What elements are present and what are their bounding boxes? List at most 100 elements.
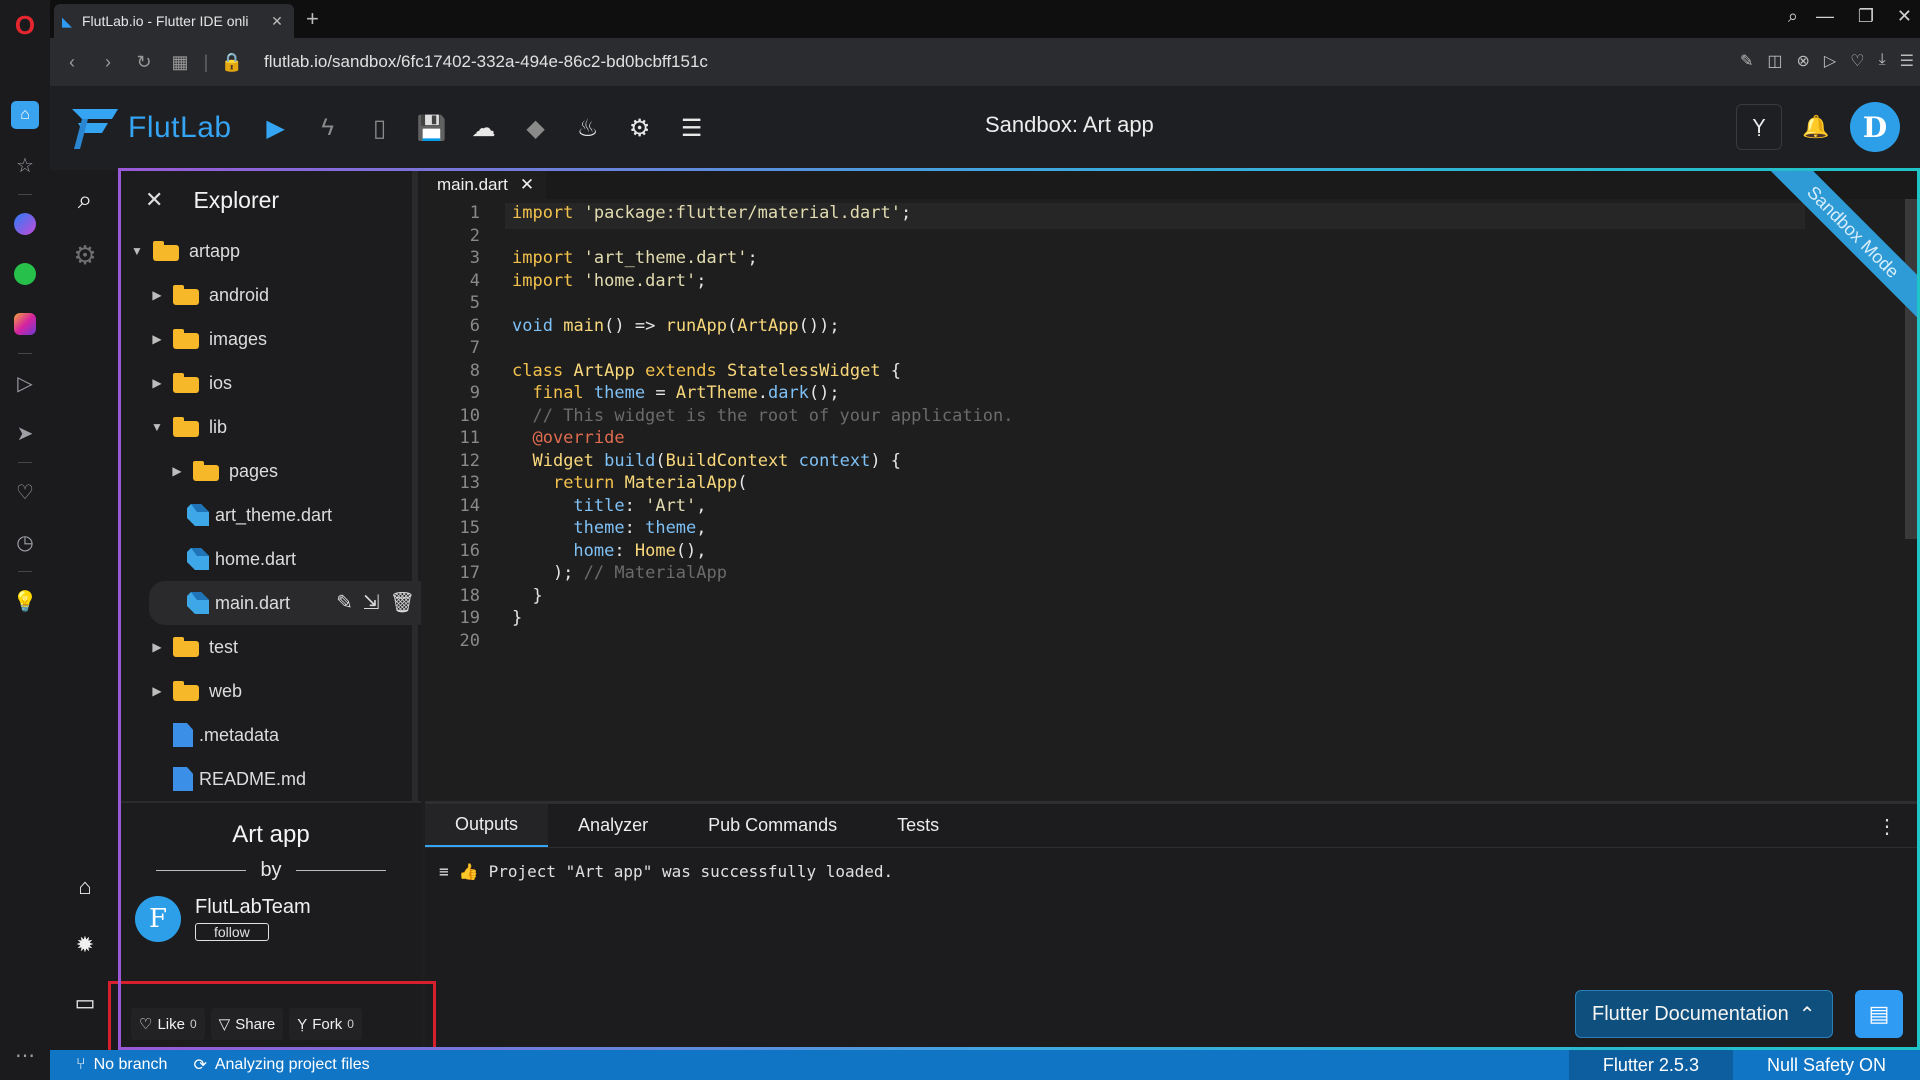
tree-item[interactable]: ▼ artapp — [121, 229, 421, 273]
home-icon[interactable]: ⌂ — [0, 90, 50, 140]
heart-icon[interactable]: ♡ — [0, 467, 50, 517]
user-avatar[interactable]: D — [1850, 102, 1900, 152]
caret-down-icon[interactable]: ▼ — [129, 244, 145, 258]
flutlab-logo[interactable]: FlutLab — [68, 105, 232, 151]
project-name: Art app — [232, 821, 310, 848]
send-icon[interactable]: ▷ — [1824, 51, 1836, 71]
speed-dial-icon[interactable]: ▦ — [162, 52, 198, 73]
easy-setup-icon[interactable]: ☰ — [1900, 51, 1914, 71]
share-button[interactable]: ▽ Share — [210, 1008, 284, 1040]
fork-button[interactable]: Ỵ Fork 0 — [289, 1008, 362, 1040]
tree-item[interactable]: ▶ ios — [121, 361, 421, 405]
fork-branch-button[interactable]: Ỵ — [1736, 104, 1782, 150]
block-icon[interactable]: ⊗ — [1797, 51, 1810, 71]
search-tabs-icon[interactable]: ⌕ — [1788, 6, 1798, 27]
firebase-icon[interactable]: ♨ — [562, 114, 614, 143]
tree-item[interactable]: main.dart ✎ ⇲ 🗑 — [149, 581, 421, 625]
monitor-icon[interactable]: ▭ — [50, 990, 120, 1016]
restore-icon[interactable]: ❐ — [1858, 6, 1874, 27]
caret-right-icon[interactable]: ▶ — [169, 464, 185, 478]
minimize-icon[interactable]: — — [1816, 6, 1834, 27]
caret-right-icon[interactable]: ▶ — [149, 684, 165, 698]
flutter-version[interactable]: Flutter 2.5.3 — [1568, 1050, 1733, 1080]
tree-item[interactable]: README.md — [121, 757, 421, 801]
bug-icon[interactable]: ✹ — [50, 932, 120, 958]
null-safety[interactable]: Null Safety ON — [1733, 1050, 1920, 1080]
caret-right-icon[interactable]: ▶ — [149, 640, 165, 654]
more-icon[interactable]: ⋯ — [0, 1030, 50, 1080]
flutter-docs-button[interactable]: Flutter Documentation ⌃ — [1575, 990, 1833, 1038]
output-tab[interactable]: Analyzer — [548, 804, 678, 847]
caret-right-icon[interactable]: ▶ — [149, 376, 165, 390]
caret-right-icon[interactable]: ▶ — [149, 288, 165, 302]
output-tab[interactable]: Pub Commands — [678, 804, 867, 847]
code-editor: main.dart ✕ 1 2 3 4 5 6 7 8 9 10 11 12 13 14 15 16 17 18 1… — [425, 171, 1917, 799]
tree-item[interactable]: ▶ images — [121, 317, 421, 361]
caret-down-icon[interactable]: ▼ — [149, 420, 165, 434]
browser-tab[interactable]: ◣ FlutLab.io - Flutter IDE onli ✕ — [54, 4, 294, 38]
explorer-scrollbar[interactable] — [412, 171, 418, 801]
notifications-bell-icon[interactable]: 🔔 — [1796, 114, 1836, 140]
logo-text: FlutLab — [128, 111, 232, 144]
tree-item[interactable]: home.dart — [121, 537, 421, 581]
close-tab-icon[interactable]: ✕ — [268, 13, 286, 30]
forward-icon[interactable]: › — [90, 52, 126, 73]
tree-item[interactable]: ▶ android — [121, 273, 421, 317]
search-icon[interactable]: ⌕ — [50, 184, 120, 216]
lock-icon[interactable]: 🔒 — [214, 52, 250, 73]
new-tab-icon[interactable]: + — [306, 6, 319, 32]
git-icon[interactable]: ◆ — [510, 114, 562, 143]
back-icon[interactable]: ‹ — [54, 52, 90, 73]
whatsapp-icon[interactable] — [0, 249, 50, 299]
hot-reload-icon[interactable]: ϟ — [302, 114, 354, 142]
instagram-icon[interactable] — [0, 299, 50, 349]
chat-button[interactable]: ▤ — [1855, 990, 1903, 1038]
bookmark-heart-icon[interactable]: ♡ — [1850, 51, 1864, 71]
rename-icon[interactable]: ✎ — [336, 590, 353, 615]
output-tab[interactable]: Outputs — [425, 804, 549, 847]
camera-icon[interactable]: ◫ — [1767, 51, 1782, 71]
player-icon[interactable]: ▷ — [0, 358, 50, 408]
move-file-icon[interactable]: ⇲ — [363, 590, 380, 615]
snapshot-icon[interactable]: ✎ — [1740, 51, 1753, 71]
editor-tab[interactable]: main.dart ✕ — [425, 171, 547, 199]
download-icon[interactable]: ⤓ — [1879, 51, 1886, 71]
close-editor-tab-icon[interactable]: ✕ — [520, 175, 534, 195]
like-button[interactable]: ♡ Like 0 — [131, 1008, 205, 1040]
activity-rail: ⌕ ⚙ ⌂ ✹ ▭ — [50, 170, 120, 1050]
tree-item[interactable]: ▶ pages — [121, 449, 421, 493]
gear-icon[interactable]: ⚙ — [50, 240, 120, 271]
menu-collapse-icon[interactable]: ☰ — [666, 114, 718, 143]
like-count: 0 — [189, 1017, 197, 1031]
tree-item[interactable]: .metadata — [121, 713, 421, 757]
tree-item[interactable]: ▶ web — [121, 669, 421, 713]
tree-item[interactable]: art_theme.dart — [121, 493, 421, 537]
run-icon[interactable]: ▶ — [250, 114, 302, 143]
more-options-icon[interactable]: ⋮ — [1877, 814, 1897, 839]
separator — [18, 462, 32, 463]
device-icon[interactable]: ▯ — [354, 114, 406, 143]
settings-wheel-icon[interactable]: ⚙ — [614, 114, 666, 143]
save-icon[interactable]: 💾 — [406, 114, 458, 143]
messenger-icon[interactable] — [0, 199, 50, 249]
reload-icon[interactable]: ↻ — [126, 52, 162, 73]
tree-item[interactable]: ▶ test — [121, 625, 421, 669]
tree-item[interactable]: ▼ lib — [121, 405, 421, 449]
caret-right-icon[interactable]: ▶ — [149, 332, 165, 346]
author-avatar[interactable]: F — [135, 896, 181, 942]
history-icon[interactable]: ◷ — [0, 517, 50, 567]
lightbulb-icon[interactable]: 💡 — [0, 576, 50, 626]
project-home-icon[interactable]: ⌂ — [50, 874, 120, 900]
close-window-icon[interactable]: ✕ — [1897, 6, 1912, 27]
opera-logo-icon[interactable]: O — [0, 0, 50, 50]
follow-button[interactable]: follow — [195, 923, 269, 941]
star-icon[interactable]: ☆ — [0, 140, 50, 190]
collapse-explorer-icon[interactable]: ✕ — [145, 187, 163, 213]
cloud-download-icon[interactable]: ☁ — [458, 114, 510, 143]
line-number: 10 — [459, 405, 480, 426]
send-icon[interactable]: ➤ — [0, 408, 50, 458]
output-tab[interactable]: Tests — [867, 804, 969, 847]
author-name[interactable]: FlutLabTeam — [195, 896, 311, 919]
branch-status[interactable]: ⑂ No branch — [76, 1056, 167, 1074]
url-field[interactable]: flutlab.io/sandbox/6fc17402-332a-494e-86… — [264, 52, 708, 72]
